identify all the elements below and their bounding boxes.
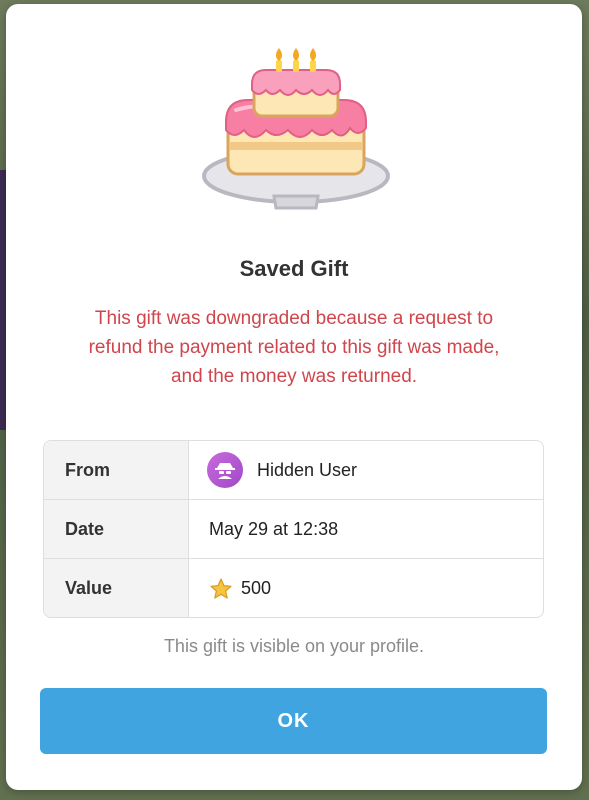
table-row-date: Date May 29 at 12:38 [44,500,543,559]
date-label: Date [44,500,189,558]
visibility-note: This gift is visible on your profile. [163,636,425,656]
ok-button[interactable]: OK [40,688,547,754]
value-cell: 500 [189,559,543,617]
value-label: Value [44,559,189,617]
saved-gift-dialog: Saved Gift This gift was downgraded beca… [6,4,582,790]
date-value: May 29 at 12:38 [209,518,339,539]
value-amount: 500 [241,578,272,598]
gift-details-table: From Hidden User Date May 29 at 12:38 Va… [43,440,544,618]
from-value-cell[interactable]: Hidden User [189,441,543,499]
hidden-user-icon [207,452,243,488]
table-row-from: From Hidden User [44,441,543,500]
table-row-value: Value 500 [44,559,543,617]
dialog-title: Saved Gift [239,256,349,281]
birthday-cake-icon [196,44,396,219]
from-label: From [44,441,189,499]
downgrade-warning: This gift was downgraded because a reque… [88,308,500,387]
star-icon [209,577,233,601]
from-value: Hidden User [257,459,358,480]
